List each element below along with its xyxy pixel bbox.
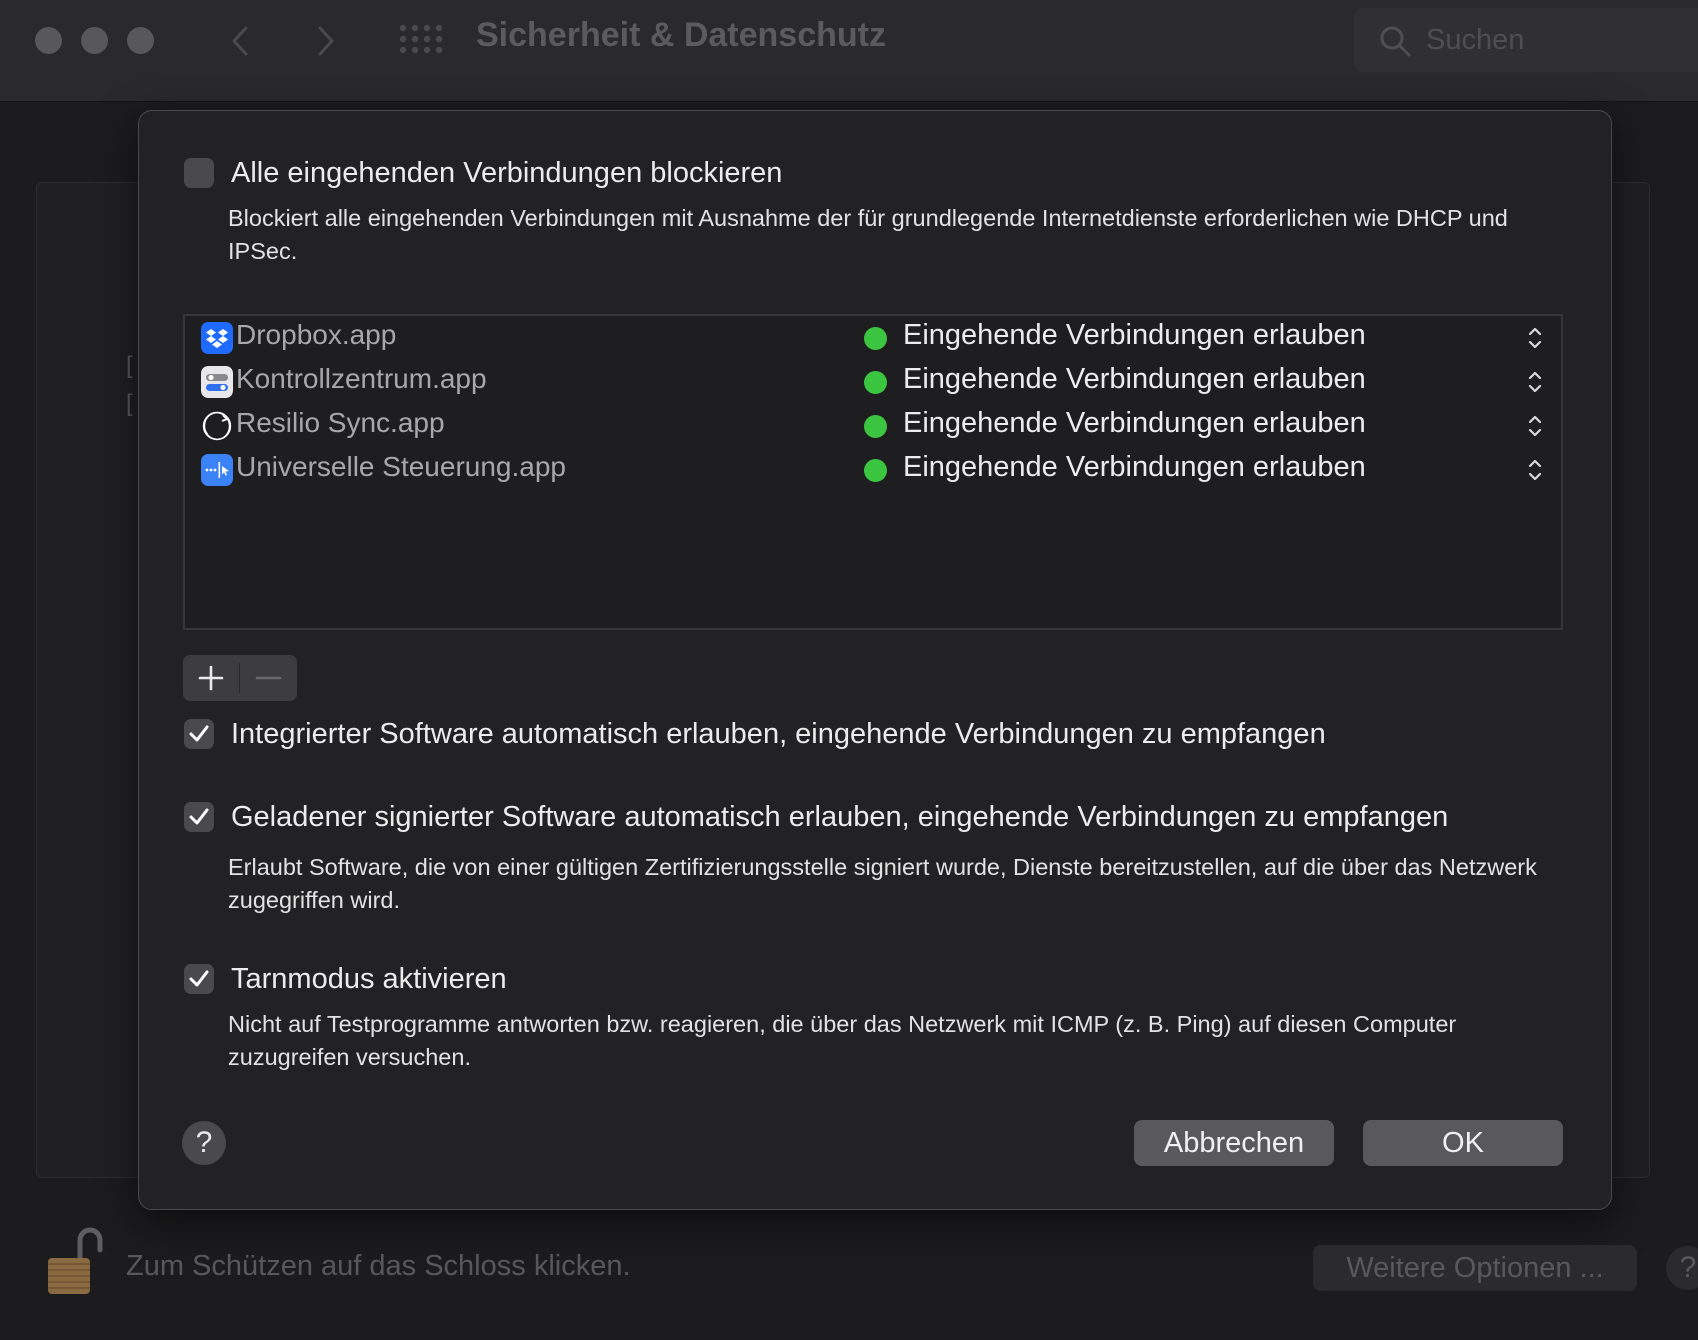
app-name: Universelle Steuerung.app	[236, 451, 566, 482]
status-dot	[864, 327, 887, 350]
status-dot	[864, 459, 887, 482]
more-options-button[interactable]: Weitere Optionen ...	[1313, 1245, 1637, 1291]
ok-button[interactable]: OK	[1363, 1120, 1563, 1166]
checkmark-icon	[189, 725, 209, 742]
forward-arrow-icon[interactable]	[310, 24, 340, 58]
minus-icon	[255, 676, 282, 680]
list-item[interactable]: Dropbox.app Eingehende Verbindungen erla…	[185, 316, 1561, 360]
connection-status[interactable]: Eingehende Verbindungen erlauben	[903, 407, 1366, 440]
control-center-icon	[201, 366, 233, 398]
plus-icon	[198, 665, 224, 691]
app-name: Dropbox.app	[236, 319, 397, 350]
signed-software-label[interactable]: Geladener signierter Software automatisc…	[231, 801, 1448, 834]
connection-status[interactable]: Eingehende Verbindungen erlauben	[903, 451, 1366, 484]
window-title: Sicherheit & Datenschutz	[476, 16, 886, 54]
stealth-mode-checkbox[interactable]	[184, 964, 214, 994]
status-dot	[864, 415, 887, 438]
checkmark-icon	[189, 808, 209, 825]
popup-chevron-icon[interactable]	[1527, 325, 1543, 351]
add-app-button[interactable]	[183, 655, 239, 701]
signed-software-description: Erlaubt Software, die von einer gültigen…	[228, 854, 1537, 913]
app-list[interactable]: Dropbox.app Eingehende Verbindungen erla…	[183, 314, 1563, 630]
search-placeholder[interactable]: Suchen	[1426, 24, 1524, 57]
background-bracket-glyph: [	[126, 352, 133, 379]
signed-software-checkbox[interactable]	[184, 802, 214, 832]
connection-status[interactable]: Eingehende Verbindungen erlauben	[903, 363, 1366, 396]
block-all-description: Blockiert alle eingehenden Verbindungen …	[228, 205, 1508, 264]
help-button[interactable]: ?	[182, 1121, 226, 1165]
status-dot	[864, 371, 887, 394]
back-arrow-icon[interactable]	[226, 24, 256, 58]
cancel-button[interactable]: Abbrechen	[1134, 1120, 1334, 1166]
builtin-software-label[interactable]: Integrierter Software automatisch erlaub…	[231, 718, 1326, 751]
firewall-options-sheet: Alle eingehenden Verbindungen blockieren…	[138, 110, 1612, 1210]
popup-chevron-icon[interactable]	[1527, 457, 1543, 483]
lock-hint-text: Zum Schützen auf das Schloss klicken.	[126, 1250, 631, 1282]
background-bracket-glyph: [	[126, 390, 133, 417]
stealth-mode-label[interactable]: Tarnmodus aktivieren	[231, 963, 507, 996]
unlocked-padlock-icon[interactable]	[44, 1220, 104, 1296]
block-all-label[interactable]: Alle eingehenden Verbindungen blockieren	[231, 157, 782, 190]
minimize-window-button[interactable]	[81, 27, 108, 54]
remove-app-button[interactable]	[240, 655, 297, 701]
search-icon	[1380, 26, 1411, 57]
zoom-window-button[interactable]	[127, 27, 154, 54]
resilio-sync-icon	[202, 411, 232, 441]
dropbox-icon	[201, 322, 233, 354]
search-field[interactable]: Suchen	[1354, 8, 1698, 72]
connection-status[interactable]: Eingehende Verbindungen erlauben	[903, 319, 1366, 352]
builtin-software-checkbox[interactable]	[184, 719, 214, 749]
block-all-checkbox[interactable]	[184, 158, 214, 188]
app-name: Resilio Sync.app	[236, 407, 445, 438]
app-name: Kontrollzentrum.app	[236, 363, 487, 394]
universal-control-icon	[201, 454, 233, 486]
list-item[interactable]: Universelle Steuerung.app Eingehende Ver…	[185, 448, 1561, 492]
stealth-mode-description: Nicht auf Testprogramme antworten bzw. r…	[228, 1011, 1457, 1070]
list-item[interactable]: Resilio Sync.app Eingehende Verbindungen…	[185, 404, 1561, 448]
titlebar: Sicherheit & Datenschutz Suchen	[0, 0, 1698, 102]
show-all-grid-icon[interactable]	[398, 24, 442, 54]
popup-chevron-icon[interactable]	[1527, 413, 1543, 439]
footer-help-button[interactable]: ?	[1666, 1246, 1698, 1290]
popup-chevron-icon[interactable]	[1527, 369, 1543, 395]
checkmark-icon	[189, 970, 209, 987]
list-item[interactable]: Kontrollzentrum.app Eingehende Verbindun…	[185, 360, 1561, 404]
add-remove-control	[183, 655, 297, 701]
close-window-button[interactable]	[35, 27, 62, 54]
